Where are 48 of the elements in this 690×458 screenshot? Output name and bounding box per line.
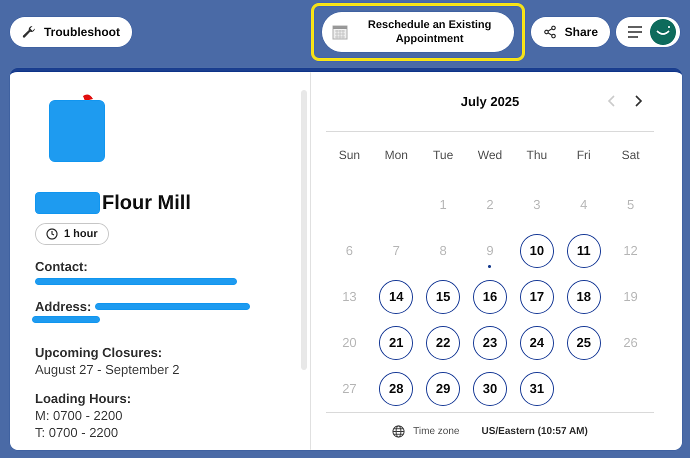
calendar-day[interactable]: 30 (472, 372, 507, 406)
avatar-icon (650, 18, 676, 45)
calendar-day[interactable]: 15 (426, 280, 460, 314)
redaction-bar (35, 192, 100, 214)
calendar-day[interactable]: 31 (520, 372, 554, 406)
calendar-day[interactable]: 25 (566, 326, 601, 360)
reschedule-button[interactable]: Reschedule an Existing Appointment (322, 12, 514, 52)
calendar-day[interactable]: 28 (379, 372, 414, 406)
share-button[interactable]: Share (530, 16, 610, 47)
closures-label: Upcoming Closures: (35, 344, 164, 360)
redaction-bar (32, 316, 100, 323)
menu-button[interactable] (616, 16, 680, 47)
weekday-label: Tue (432, 146, 454, 164)
share-icon (542, 24, 557, 39)
weekday-label: Fri (576, 146, 592, 164)
weekday-label: Sun (338, 146, 362, 164)
month-title: July 2025 (460, 94, 520, 109)
calendar-day[interactable]: 16 (472, 280, 507, 314)
calendar-day[interactable]: 22 (426, 326, 460, 360)
calendar-day[interactable]: 10 (520, 234, 554, 268)
calendar-day[interactable]: 18 (566, 280, 601, 314)
closures-dates: August 27 - September 2 (35, 362, 181, 377)
calendar-icon (332, 24, 348, 40)
calendar-day[interactable]: 11 (566, 234, 601, 268)
calendar-day[interactable]: 14 (379, 280, 414, 314)
wrench-icon (22, 24, 36, 39)
timezone-label: Time zone (413, 426, 460, 437)
calendar-day[interactable]: 17 (520, 280, 554, 314)
calendar-day[interactable]: 29 (426, 372, 460, 406)
weekday-label: Sat (620, 146, 641, 164)
weekday-label: Wed (476, 146, 504, 164)
menu-icon (628, 26, 642, 38)
location-name: Flour Mill (102, 192, 191, 215)
weekday-label: Thu (526, 146, 548, 164)
timezone-value[interactable]: US/Eastern (10:57 AM) (482, 426, 588, 437)
weekday-label: Mon (384, 146, 409, 164)
calendar-day[interactable]: 21 (379, 326, 414, 360)
duration-badge: 1 hour (35, 222, 109, 245)
calendar-day[interactable]: 24 (520, 326, 554, 360)
hours-line: M: 0700 - 2200 (35, 408, 124, 423)
hours-label: Loading Hours: (35, 390, 132, 406)
address-label: Address: (35, 298, 92, 314)
calendar-day[interactable]: 23 (472, 326, 507, 360)
clock-icon (46, 228, 58, 240)
troubleshoot-button[interactable]: Troubleshoot (10, 16, 132, 47)
globe-icon (392, 424, 406, 438)
hours-line: T: 0700 - 2200 (35, 424, 120, 440)
contact-label: Contact: (35, 258, 89, 274)
